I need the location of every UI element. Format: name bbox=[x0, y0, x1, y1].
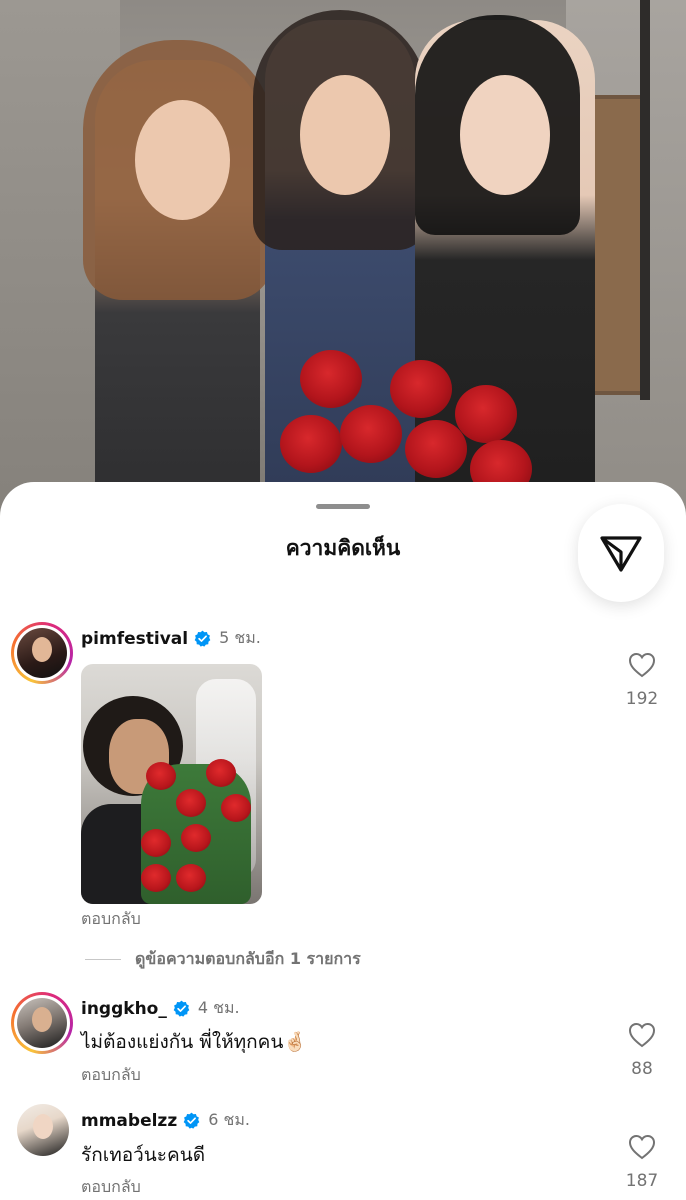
view-replies-button[interactable]: ดูข้อความตอบกลับอีก 1 รายการ bbox=[85, 947, 361, 972]
comment-time: 6 ชม. bbox=[208, 1110, 250, 1129]
photo-pipe bbox=[640, 0, 650, 400]
verified-badge-icon bbox=[173, 1000, 190, 1017]
reply-button[interactable]: ตอบกลับ bbox=[81, 1175, 141, 1200]
heart-icon bbox=[628, 1022, 656, 1048]
heart-icon bbox=[628, 652, 656, 678]
comment-username[interactable]: pimfestival bbox=[81, 629, 188, 649]
like-button[interactable] bbox=[622, 1134, 662, 1164]
comment-time: 4 ชม. bbox=[197, 998, 240, 1017]
photo-roses-bouquet bbox=[280, 345, 532, 498]
reply-button[interactable]: ตอบกลับ bbox=[81, 1063, 141, 1088]
like-count: 187 bbox=[625, 1171, 659, 1191]
post-photo bbox=[0, 0, 686, 520]
avatar[interactable] bbox=[11, 992, 73, 1054]
comment-image[interactable] bbox=[81, 664, 262, 904]
like-count: 192 bbox=[625, 689, 659, 709]
like-count: 88 bbox=[631, 1059, 653, 1079]
reply-button[interactable]: ตอบกลับ bbox=[81, 907, 141, 932]
comment-text: ไม่ต้องแย่งกัน พี่ให้ทุกคน🤞🏻 bbox=[81, 1031, 308, 1053]
verified-badge-icon bbox=[183, 1112, 200, 1129]
avatar[interactable] bbox=[11, 622, 73, 684]
like-button[interactable] bbox=[622, 652, 662, 682]
comment-username[interactable]: mmabelzz bbox=[81, 1111, 177, 1131]
like-button[interactable] bbox=[622, 1022, 662, 1052]
comments-sheet: ความคิดเห็น pimfestival 5 ชม. ตอบกลับ ดู… bbox=[0, 482, 686, 1200]
sheet-drag-handle[interactable] bbox=[316, 504, 370, 509]
comment-text: รักเทอว์นะคนดี bbox=[81, 1144, 206, 1166]
share-button[interactable] bbox=[578, 504, 664, 602]
view-replies-label: ดูข้อความตอบกลับอีก 1 รายการ bbox=[135, 949, 361, 968]
verified-badge-icon bbox=[194, 630, 211, 647]
comment-username[interactable]: inggkho_ bbox=[81, 999, 167, 1019]
avatar[interactable] bbox=[17, 1104, 69, 1156]
heart-icon bbox=[628, 1134, 656, 1160]
comment-time: 5 ชม. bbox=[219, 628, 261, 647]
send-paper-plane-icon bbox=[600, 536, 642, 572]
photo-person-left bbox=[83, 40, 273, 520]
view-replies-divider bbox=[85, 959, 121, 960]
